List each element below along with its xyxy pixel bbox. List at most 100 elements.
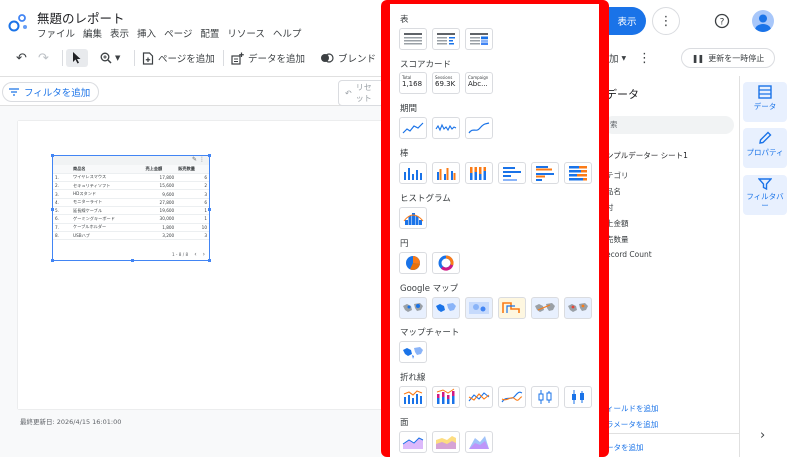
menu-file[interactable]: ファイル — [37, 26, 75, 40]
chart-type-filled-map[interactable] — [432, 297, 460, 319]
chart-type-grouped-bar[interactable] — [531, 162, 559, 184]
row-index: 4. — [53, 198, 71, 208]
menu-edit[interactable]: 編集 — [83, 26, 102, 40]
chart-type-combo-map[interactable] — [531, 297, 559, 319]
chart-type-ohlc[interactable] — [564, 386, 592, 408]
chart-type-heatmap-map[interactable] — [465, 297, 493, 319]
field-item[interactable]: ecord Count — [606, 250, 652, 259]
menu-resources[interactable]: リソース — [227, 26, 265, 40]
section-line: 折れ線 — [400, 373, 426, 383]
field-item[interactable]: 上金額 — [606, 218, 629, 229]
reset-button[interactable]: ↶ リセ ット — [338, 80, 384, 106]
chart-type-line-map[interactable] — [498, 297, 526, 319]
chart-type-histogram[interactable] — [399, 207, 427, 229]
chevron-right-icon[interactable]: › — [203, 251, 205, 258]
resize-handle[interactable] — [208, 208, 211, 211]
add-parameter-link[interactable]: ラメータを追加 — [606, 419, 658, 430]
rail-filterbar-label: フィルタバー — [746, 192, 784, 210]
more-options-button[interactable]: ⋮ — [652, 7, 680, 35]
resize-handle[interactable] — [208, 259, 211, 262]
more-vert-icon[interactable]: ⋮ — [199, 156, 205, 163]
blend-button[interactable]: ブレンド — [320, 44, 376, 72]
field-item[interactable]: テゴリ — [606, 170, 629, 181]
chart-type-column[interactable] — [399, 162, 427, 184]
rail-filterbar-button[interactable]: フィルタバー — [743, 175, 787, 215]
chart-type-scorecard-text[interactable]: Campaign Abc... — [465, 72, 493, 94]
zoom-button[interactable]: ▼ — [100, 44, 120, 72]
menu-page[interactable]: ページ — [164, 26, 192, 40]
chart-type-scorecard[interactable]: Total 1,168 — [399, 72, 427, 94]
account-avatar[interactable] — [752, 10, 774, 32]
redo-button[interactable]: ↷ — [38, 44, 49, 72]
chart-type-marker-map[interactable] — [564, 297, 592, 319]
menu-arrange[interactable]: 配置 — [200, 26, 219, 40]
chart-type-table-heatmap[interactable] — [465, 28, 493, 50]
line-map-icon — [502, 302, 520, 313]
chart-type-pie[interactable] — [399, 252, 427, 274]
scorecard-value: Abc... — [468, 80, 488, 88]
table-row[interactable]: 4. モニターライト 27,800 6 — [53, 198, 209, 208]
panel-divider — [603, 433, 739, 434]
chart-type-bar[interactable] — [498, 162, 526, 184]
field-search-input[interactable]: 索 — [604, 116, 734, 134]
resize-handle[interactable] — [131, 259, 134, 262]
table-row[interactable]: 2. セキュリティソフト 15,600 2 — [53, 181, 209, 191]
chart-type-bubble-map[interactable] — [399, 297, 427, 319]
select-tool-button[interactable] — [66, 49, 88, 67]
add-chart-label-fragment: 加 ▼ — [609, 44, 626, 72]
data-source-name[interactable]: ンプルデーター シート1 — [606, 150, 688, 161]
resize-handle[interactable] — [51, 208, 54, 211]
table-row[interactable]: 3. HDスタンド 9,600 3 — [53, 189, 209, 199]
chart-type-stacked-bar[interactable] — [564, 162, 592, 184]
undo-button[interactable]: ↶ — [16, 44, 27, 72]
chart-type-combo[interactable] — [399, 386, 427, 408]
table-row[interactable]: 5. 延長線ケーブル 19,600 1 — [53, 206, 209, 216]
resize-handle[interactable] — [208, 154, 211, 157]
table-row[interactable]: 6. ゲーミングキーボード 30,000 1 — [53, 214, 209, 224]
chart-type-donut[interactable] — [432, 252, 460, 274]
rail-properties-button[interactable]: プロパティ — [743, 128, 787, 168]
pause-updates-button[interactable]: ❚❚ 更新を一時停止 — [681, 48, 775, 68]
edit-icon[interactable]: ✎ — [192, 156, 197, 163]
chart-type-table[interactable] — [399, 28, 427, 50]
add-page-button[interactable]: ページを追加 — [142, 44, 215, 72]
rail-data-button[interactable]: データ — [743, 82, 787, 122]
menu-view[interactable]: 表示 — [110, 26, 129, 40]
column-header-qty[interactable]: 販売数量 — [176, 165, 209, 174]
chart-type-timeseries[interactable] — [399, 117, 427, 139]
column-header-sales[interactable]: 売上金額 — [143, 165, 177, 174]
resize-handle[interactable] — [51, 259, 54, 262]
add-data-link[interactable]: ータを追加 — [606, 442, 644, 453]
chart-type-percent-area[interactable] — [465, 431, 493, 453]
table-chart[interactable]: ✎ ⋮ 商品名 売上金額 販売数量 1. ワイヤレスマウス 17,800 6 2. セキュ… — [51, 154, 211, 262]
toolbar-more-button[interactable]: ⋮ — [638, 44, 651, 72]
field-item[interactable]: 売数量 — [606, 234, 629, 245]
table-row[interactable]: 8. USBハブ 3,200 3 — [53, 231, 209, 241]
chart-type-smooth-line[interactable] — [498, 386, 526, 408]
chart-type-stacked-combo[interactable] — [432, 386, 460, 408]
chart-type-grouped-column[interactable] — [432, 162, 460, 184]
chart-type-sparkline[interactable] — [432, 117, 460, 139]
report-title[interactable]: 無題のレポート — [37, 8, 125, 27]
chart-type-geo-chart[interactable] — [399, 341, 427, 363]
chart-type-table-bars[interactable] — [432, 28, 460, 50]
chart-type-line[interactable] — [465, 386, 493, 408]
menu-insert[interactable]: 挿入 — [137, 26, 156, 40]
column-header-product[interactable]: 商品名 — [71, 165, 144, 174]
resize-handle[interactable] — [51, 154, 54, 157]
chevron-right-icon[interactable]: › — [760, 428, 765, 443]
help-button[interactable]: ? — [712, 11, 732, 31]
add-field-link[interactable]: ィールドを追加 — [606, 403, 659, 414]
chart-type-area[interactable] — [399, 431, 427, 453]
menu-help[interactable]: ヘルプ — [273, 26, 302, 40]
chart-type-candlestick[interactable] — [531, 386, 559, 408]
chevron-left-icon[interactable]: ‹ — [194, 251, 196, 258]
chart-type-stacked-area[interactable] — [432, 431, 460, 453]
add-filter-button[interactable]: フィルタを追加 — [2, 82, 100, 102]
chart-type-smoothed-timeseries[interactable] — [465, 117, 493, 139]
chart-type-stacked-column[interactable] — [465, 162, 493, 184]
add-data-button[interactable]: データを追加 — [231, 44, 305, 72]
table-row[interactable]: 7. ケーブルホルダー 1,800 10 — [53, 223, 209, 232]
table-row[interactable]: 1. ワイヤレスマウス 17,800 6 — [53, 173, 209, 183]
chart-type-scorecard-compact[interactable]: Sessions 69.3K — [432, 72, 460, 94]
